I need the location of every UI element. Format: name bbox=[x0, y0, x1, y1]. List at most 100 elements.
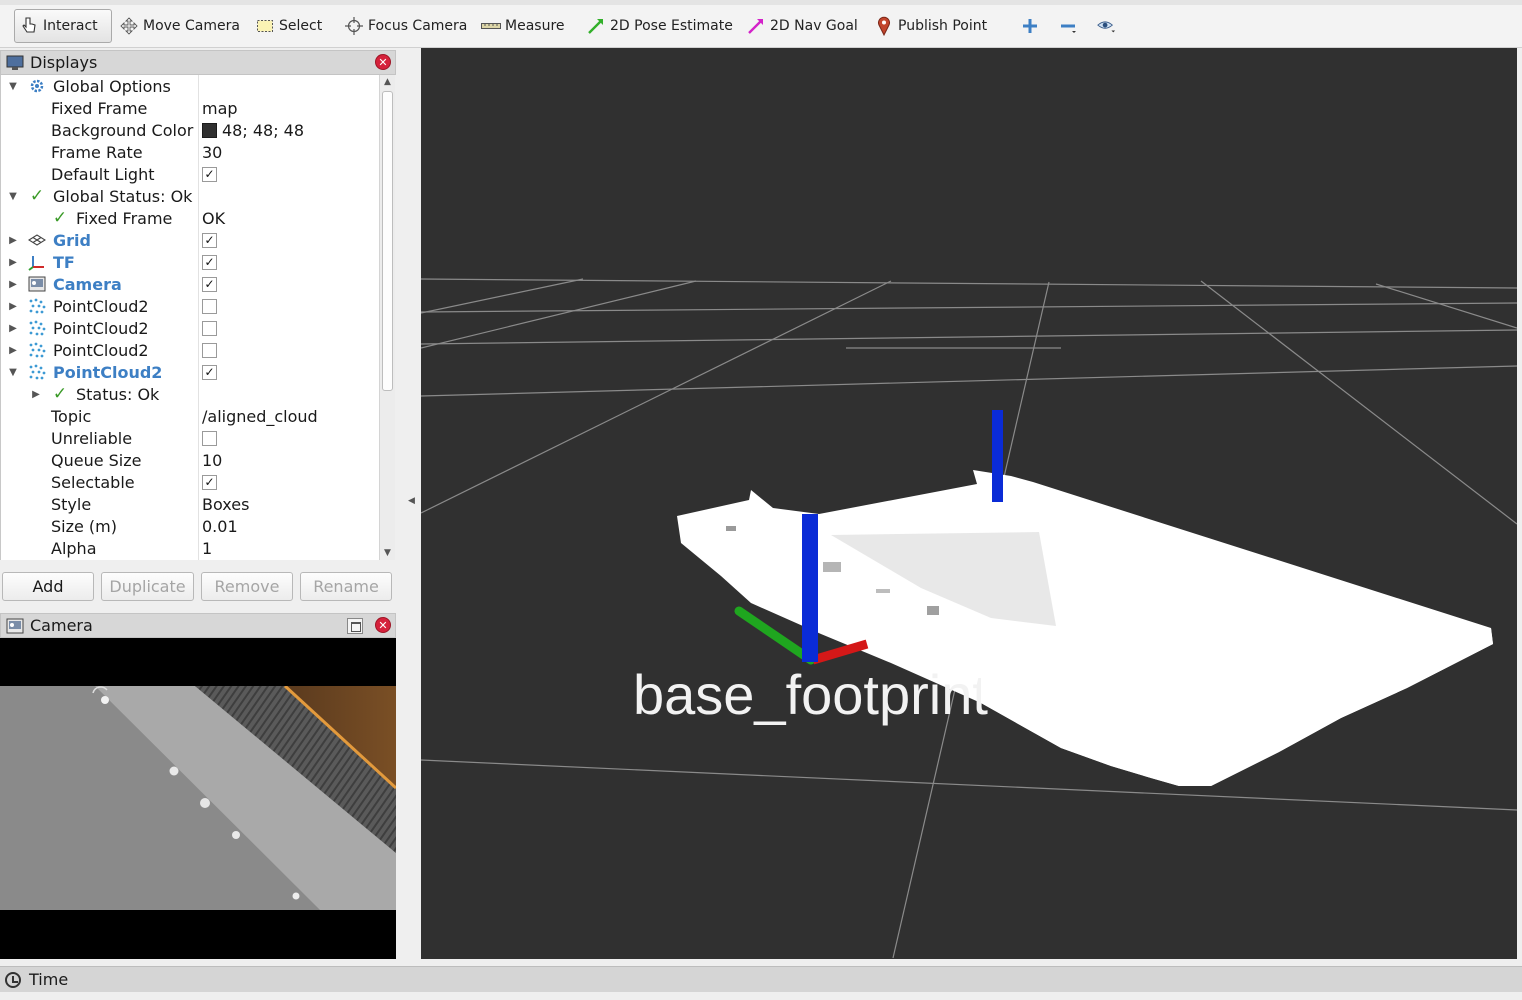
tree-row-alpha[interactable]: Alpha 1 bbox=[1, 537, 379, 559]
add-button[interactable]: Add bbox=[2, 572, 94, 601]
default-light-checkbox[interactable]: ✓ bbox=[202, 166, 217, 182]
tree-row-label: Fixed Frame bbox=[76, 208, 173, 228]
style-value[interactable]: Boxes bbox=[202, 495, 249, 514]
2d-nav-goal-tool-label: 2D Nav Goal bbox=[770, 18, 858, 34]
tree-row-queue-size[interactable]: Queue Size 10 bbox=[1, 449, 379, 471]
undock-icon[interactable] bbox=[347, 618, 363, 634]
pointcloud2-checkbox[interactable]: ✓ bbox=[202, 364, 217, 380]
add-tool-button[interactable] bbox=[1016, 9, 1044, 43]
collapsed-arrow-icon[interactable]: ▶ bbox=[8, 323, 18, 334]
tree-row-label: Style bbox=[51, 494, 92, 514]
camera-panel: Camera ✕ bbox=[0, 613, 396, 959]
tree-row-frame-rate[interactable]: Frame Rate 30 bbox=[1, 141, 379, 163]
background-color-value[interactable]: 48; 48; 48 bbox=[202, 121, 304, 140]
collapsed-arrow-icon[interactable]: ▶ bbox=[8, 345, 18, 356]
tree-row-pointcloud2[interactable]: ▶ PointCloud2 bbox=[1, 339, 379, 361]
tree-row-fixed-frame-status[interactable]: ✓ Fixed Frame OK bbox=[1, 207, 379, 229]
tree-row-grid[interactable]: ▶ Grid ✓ bbox=[1, 229, 379, 251]
tree-row-label: PointCloud2 bbox=[53, 296, 149, 316]
tree-row-style[interactable]: Style Boxes bbox=[1, 493, 379, 515]
interact-tool-button[interactable]: Interact bbox=[14, 9, 112, 43]
rename-button[interactable]: Rename bbox=[300, 572, 392, 601]
publish-point-tool-label: Publish Point bbox=[898, 18, 988, 34]
time-panel-bar[interactable]: Time bbox=[0, 966, 1522, 992]
hand-pointer-icon bbox=[19, 16, 39, 36]
grid-checkbox[interactable]: ✓ bbox=[202, 232, 217, 248]
scroll-up-arrow-icon[interactable]: ▲ bbox=[380, 75, 395, 89]
expanded-arrow-icon[interactable]: ▼ bbox=[8, 367, 18, 378]
tree-row-topic[interactable]: Topic /aligned_cloud bbox=[1, 405, 379, 427]
panel-splitter[interactable]: ◀ bbox=[404, 48, 418, 959]
frame-rate-value[interactable]: 30 bbox=[202, 143, 222, 162]
tree-row-tf[interactable]: ▶ TF ✓ bbox=[1, 251, 379, 273]
select-tool-button[interactable]: Select bbox=[251, 9, 326, 43]
publish-point-tool-button[interactable]: Publish Point bbox=[870, 9, 991, 43]
tree-row-pointcloud2[interactable]: ▶ PointCloud2 bbox=[1, 295, 379, 317]
tree-row-selectable[interactable]: Selectable ✓ bbox=[1, 471, 379, 493]
tree-row-size[interactable]: Size (m) 0.01 bbox=[1, 515, 379, 537]
collapsed-arrow-icon[interactable]: ▶ bbox=[8, 257, 18, 268]
camera-icon bbox=[28, 275, 46, 293]
camera-panel-title: Camera bbox=[30, 616, 93, 635]
2d-pose-estimate-tool-button[interactable]: 2D Pose Estimate bbox=[582, 9, 737, 43]
tree-row-background-color[interactable]: Background Color 48; 48; 48 bbox=[1, 119, 379, 141]
size-value[interactable]: 0.01 bbox=[202, 517, 238, 536]
ruler-icon bbox=[481, 16, 501, 36]
select-tool-label: Select bbox=[279, 18, 323, 34]
camera-checkbox[interactable]: ✓ bbox=[202, 276, 217, 292]
expanded-arrow-icon[interactable]: ▼ bbox=[8, 81, 18, 92]
3d-render-view[interactable]: base_footprint bbox=[421, 48, 1517, 959]
alpha-value[interactable]: 1 bbox=[202, 539, 212, 558]
expanded-arrow-icon[interactable]: ▼ bbox=[8, 191, 18, 202]
grid-icon bbox=[28, 231, 46, 249]
tree-row-fixed-frame[interactable]: Fixed Frame map bbox=[1, 97, 379, 119]
tree-row-camera[interactable]: ▶ Camera ✓ bbox=[1, 273, 379, 295]
tree-row-label: Fixed Frame bbox=[51, 98, 148, 118]
pointcloud2-checkbox[interactable] bbox=[202, 342, 217, 358]
pointcloud-icon bbox=[28, 341, 46, 359]
move-arrows-icon bbox=[119, 16, 139, 36]
move-camera-tool-label: Move Camera bbox=[143, 18, 240, 34]
tree-row-unreliable[interactable]: Unreliable bbox=[1, 427, 379, 449]
displays-close-icon[interactable]: ✕ bbox=[375, 54, 391, 70]
pointcloud2-checkbox[interactable] bbox=[202, 298, 217, 314]
color-swatch bbox=[202, 122, 217, 138]
camera-close-icon[interactable]: ✕ bbox=[375, 617, 391, 633]
tree-row-default-light[interactable]: Default Light ✓ bbox=[1, 163, 379, 185]
camera-icon bbox=[6, 618, 26, 634]
collapsed-arrow-icon[interactable]: ▶ bbox=[8, 235, 18, 246]
view-menu-button[interactable] bbox=[1092, 9, 1120, 43]
gear-icon bbox=[28, 77, 46, 95]
remove-tool-button[interactable] bbox=[1054, 9, 1082, 43]
duplicate-button[interactable]: Duplicate bbox=[101, 572, 194, 601]
displays-scrollbar[interactable]: ▲ ▼ bbox=[379, 75, 395, 560]
collapsed-arrow-icon[interactable]: ▶ bbox=[8, 301, 18, 312]
tree-row-global-options[interactable]: ▼ Global Options bbox=[1, 75, 379, 97]
tree-row-label: Default Light bbox=[51, 164, 155, 184]
scroll-down-arrow-icon[interactable]: ▼ bbox=[380, 546, 395, 560]
tf-axes-icon bbox=[28, 253, 46, 271]
focus-camera-tool-button[interactable]: Focus Camera bbox=[340, 9, 471, 43]
tree-row-pointcloud2-active[interactable]: ▼ PointCloud2 ✓ bbox=[1, 361, 379, 383]
2d-nav-goal-tool-button[interactable]: 2D Nav Goal bbox=[742, 9, 862, 43]
tree-row-status[interactable]: ▶ ✓ Status: Ok bbox=[1, 383, 379, 405]
tree-row-global-status[interactable]: ▼ ✓ Global Status: Ok bbox=[1, 185, 379, 207]
collapsed-arrow-icon[interactable]: ▶ bbox=[8, 279, 18, 290]
unreliable-checkbox[interactable] bbox=[202, 430, 217, 446]
displays-button-row: Add Duplicate Remove Rename bbox=[0, 572, 396, 602]
tree-row-pointcloud2[interactable]: ▶ PointCloud2 bbox=[1, 317, 379, 339]
remove-button[interactable]: Remove bbox=[201, 572, 293, 601]
collapsed-arrow-icon[interactable]: ▶ bbox=[31, 389, 41, 400]
measure-tool-button[interactable]: Measure bbox=[477, 9, 569, 43]
eye-icon bbox=[1096, 16, 1116, 36]
fixed-frame-value[interactable]: map bbox=[202, 99, 238, 118]
pointcloud2-checkbox[interactable] bbox=[202, 320, 217, 336]
queue-size-value[interactable]: 10 bbox=[202, 451, 222, 470]
select-rectangle-icon bbox=[255, 16, 275, 36]
tf-checkbox[interactable]: ✓ bbox=[202, 254, 217, 270]
camera-panel-header: Camera ✕ bbox=[0, 613, 396, 638]
move-camera-tool-button[interactable]: Move Camera bbox=[115, 9, 244, 43]
scrollbar-thumb[interactable] bbox=[382, 91, 393, 391]
topic-value[interactable]: /aligned_cloud bbox=[202, 407, 318, 426]
selectable-checkbox[interactable]: ✓ bbox=[202, 474, 217, 490]
